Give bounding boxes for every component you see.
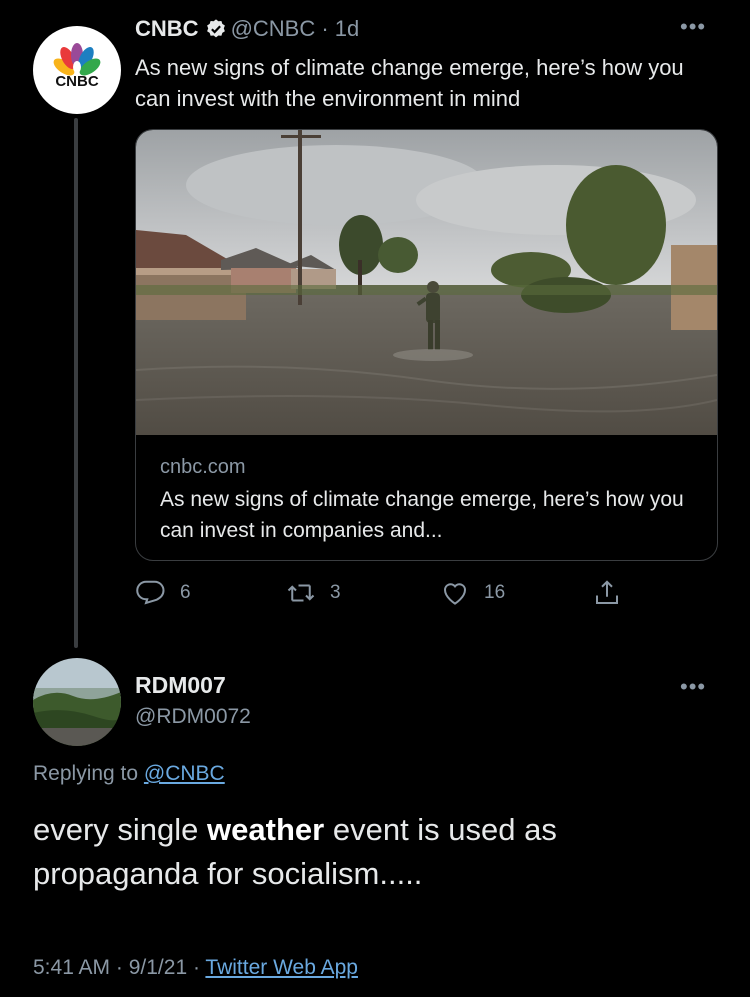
rdm-avatar[interactable] bbox=[33, 658, 121, 746]
like-count: 16 bbox=[484, 582, 506, 603]
replying-to-link[interactable]: @CNBC bbox=[144, 762, 225, 785]
like-button[interactable]: 16 bbox=[440, 578, 505, 608]
tweet-header: CNBC @CNBC · 1d bbox=[135, 16, 360, 41]
more-options-icon[interactable]: ••• bbox=[680, 14, 706, 40]
svg-text:CNBC: CNBC bbox=[55, 73, 98, 90]
link-card[interactable]: cnbc.com As new signs of climate change … bbox=[135, 129, 718, 561]
retweet-count: 3 bbox=[330, 582, 341, 603]
reply-author-handle[interactable]: @RDM0072 bbox=[135, 705, 251, 729]
reply-icon bbox=[136, 580, 165, 605]
reply-button[interactable]: 6 bbox=[136, 578, 191, 608]
cnbc-avatar[interactable]: CNBC bbox=[33, 26, 121, 114]
author-name[interactable]: CNBC bbox=[135, 16, 199, 41]
tweet-text: As new signs of climate change emerge, h… bbox=[135, 55, 684, 111]
replying-to-line: Replying to @CNBC bbox=[33, 762, 225, 786]
like-icon bbox=[443, 583, 467, 605]
reply-author-name[interactable]: RDM007 bbox=[135, 672, 226, 699]
reply-count: 6 bbox=[180, 582, 191, 603]
retweet-button[interactable]: 3 bbox=[286, 578, 341, 608]
reply-text-before: every single bbox=[33, 812, 199, 847]
reply-time[interactable]: 5:41 AM bbox=[33, 956, 110, 979]
reply-text: every single weather event is used as pr… bbox=[33, 808, 723, 896]
card-title: As new signs of climate change emerge, h… bbox=[160, 488, 684, 542]
share-button[interactable] bbox=[592, 578, 636, 608]
reply-date[interactable]: 9/1/21 bbox=[129, 956, 187, 979]
thread-connector-line bbox=[74, 118, 78, 648]
tweet-age[interactable]: 1d bbox=[335, 16, 359, 41]
author-handle[interactable]: @CNBC bbox=[231, 16, 316, 41]
retweet-icon bbox=[287, 584, 315, 602]
reply-more-options-icon[interactable]: ••• bbox=[680, 674, 706, 700]
reply-text-bold: weather bbox=[207, 812, 325, 847]
landscape-avatar-image bbox=[33, 658, 121, 746]
share-icon bbox=[596, 580, 618, 604]
card-image-flooded-street bbox=[136, 130, 717, 435]
card-domain: cnbc.com bbox=[160, 456, 246, 478]
reply-footer: 5:41 AM · 9/1/21 · Twitter Web App bbox=[33, 956, 358, 979]
verified-badge-icon bbox=[206, 19, 225, 38]
reply-source-link[interactable]: Twitter Web App bbox=[205, 956, 358, 979]
replying-prefix: Replying to bbox=[33, 762, 139, 785]
cnbc-peacock-logo-icon: CNBC bbox=[53, 43, 101, 90]
